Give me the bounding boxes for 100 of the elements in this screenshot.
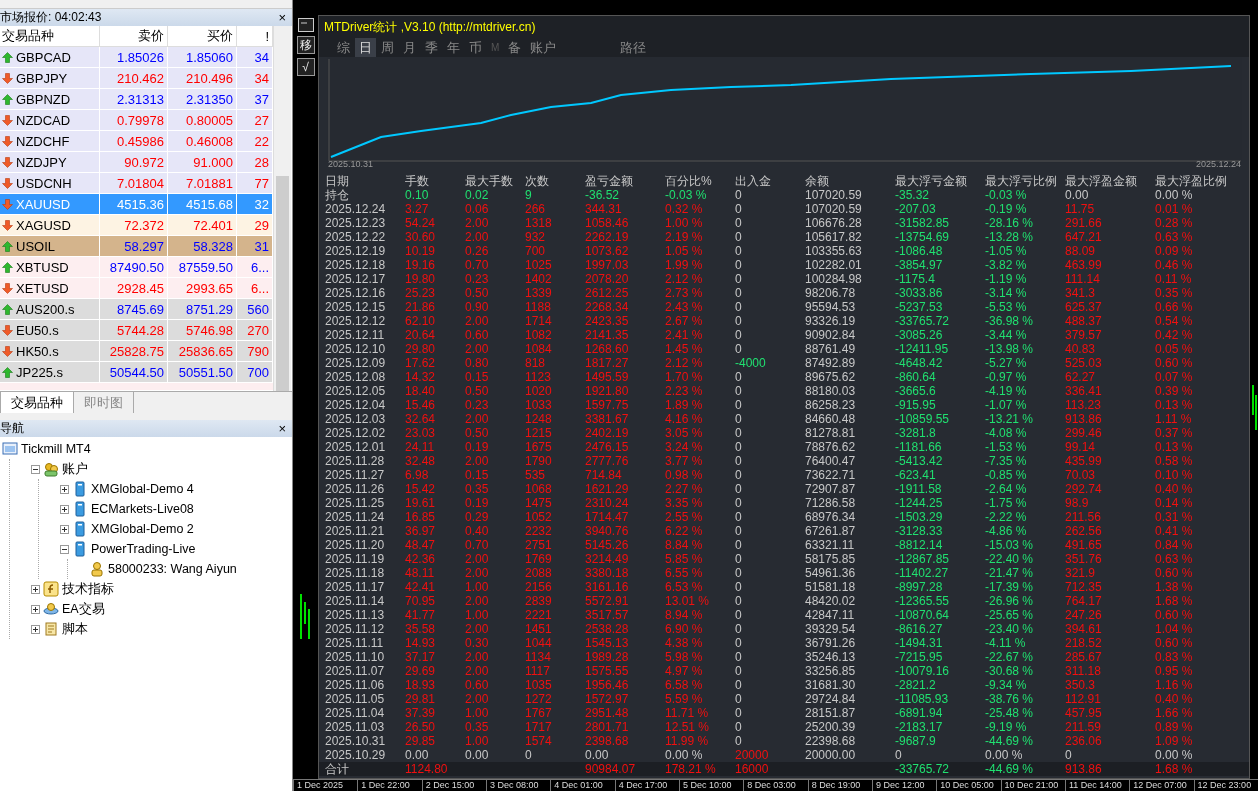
ask-price: 2.31350 xyxy=(168,89,237,109)
symbol-row[interactable]: XAGUSD 72.372 72.401 29 xyxy=(0,215,273,236)
table-cell-text: 2839 xyxy=(525,594,553,608)
table-cell-text: 0.28 % xyxy=(1155,216,1194,230)
table-cell-text: 0.13 % xyxy=(1155,440,1194,454)
ask-price: 4515.68 xyxy=(168,194,237,214)
table-cell-text: 1575.55 xyxy=(585,664,630,678)
tab[interactable]: 季 xyxy=(421,37,442,58)
column-header[interactable]: 交易品种 xyxy=(0,26,100,46)
table-cell-text: -33765.72 xyxy=(895,314,951,328)
table-cell-text: 0.07 % xyxy=(1155,370,1194,384)
tree-item[interactable]: XMGlobal-Demo 2 xyxy=(91,522,194,536)
table-cell-text: 2.12 % xyxy=(665,272,704,286)
table-cell-text: 2025.12.16 xyxy=(325,286,387,300)
table-cell-text: -3.82 % xyxy=(985,258,1028,272)
symbol-row[interactable]: XBTUSD 87490.50 87559.50 6... xyxy=(0,257,273,278)
table-cell-text: 1.04 % xyxy=(1155,622,1194,636)
tab[interactable]: 周 xyxy=(377,37,398,58)
tree-item[interactable]: XMGlobal-Demo 4 xyxy=(91,482,194,496)
table-cell-text: 6.53 % xyxy=(665,580,704,594)
table-cell-text: 1621.29 xyxy=(585,482,630,496)
table-cell-text: 12.51 % xyxy=(665,720,711,734)
tree-item[interactable]: 技术指标 xyxy=(62,580,114,598)
tree-item[interactable]: PowerTrading-Live xyxy=(91,542,196,556)
table-cell-text: 3381.67 xyxy=(585,412,630,426)
table-cell-text: 1123 xyxy=(525,370,552,384)
symbol-row[interactable]: NZDCAD 0.79978 0.80005 27 xyxy=(0,110,273,131)
symbol-row[interactable]: NZDJPY 90.972 91.000 28 xyxy=(0,152,273,173)
table-cell-text: 341.3 xyxy=(1065,286,1097,300)
tab[interactable]: 交易品种 xyxy=(0,392,74,413)
symbol-row[interactable]: AUS200.s 8745.69 8751.29 560 xyxy=(0,299,273,320)
symbol-row[interactable]: GBPCAD 1.85026 1.85060 34 xyxy=(0,47,273,68)
table-cell-text: 0.40 % xyxy=(1155,482,1194,496)
tab[interactable]: 备 xyxy=(504,37,526,58)
table-cell-text: 0.19 xyxy=(465,440,490,454)
table-cell-text: 236.06 xyxy=(1065,734,1103,748)
collapse-toggle-icon[interactable] xyxy=(31,464,40,474)
table-cell-text: -33765.72 xyxy=(895,762,951,776)
tab[interactable]: 账户 xyxy=(526,37,561,58)
table-cell-text: 48.47 xyxy=(405,538,437,552)
symbol-row[interactable]: USOIL 58.297 58.328 31 xyxy=(0,236,273,257)
table-cell-text: 1675 xyxy=(525,440,553,454)
table-cell-text: -23.40 % xyxy=(985,622,1035,636)
symbol-row[interactable]: GBPJPY 210.462 210.496 34 xyxy=(0,68,273,89)
table-cell-text: -17.39 % xyxy=(985,580,1035,594)
tab[interactable]: 综 xyxy=(333,37,354,58)
table-cell-text: 292.74 xyxy=(1065,482,1103,496)
table-cell-text: 2221 xyxy=(525,608,553,622)
column-header[interactable]: 卖价 xyxy=(100,26,168,46)
tab[interactable]: 日 xyxy=(355,37,376,58)
symbol-row[interactable]: XETUSD 2928.45 2993.65 6... xyxy=(0,278,273,299)
tab[interactable]: 路径 xyxy=(616,37,651,58)
tree-item[interactable]: 脚本 xyxy=(62,620,88,638)
tree-item[interactable]: ECMarkets-Live08 xyxy=(91,502,194,516)
tab[interactable]: 年 xyxy=(443,37,464,58)
close-button[interactable]: × xyxy=(276,422,288,435)
chart-tool-button[interactable]: 移 xyxy=(296,36,315,54)
symbol-row[interactable]: JP225.s 50544.50 50551.50 700 xyxy=(0,362,273,383)
tree-item[interactable]: 58000233: Wang Aiyun xyxy=(108,562,237,576)
tree-item[interactable]: Tickmill MT4 xyxy=(21,442,91,456)
table-cell-text: 535 xyxy=(525,468,547,482)
table-cell-text: 21.86 xyxy=(405,300,437,314)
table-cell-text: 0 xyxy=(735,720,743,734)
symbol-row[interactable]: NZDCHF 0.45986 0.46008 22 xyxy=(0,131,273,152)
expand-toggle-icon[interactable] xyxy=(31,624,40,634)
expand-toggle-icon[interactable] xyxy=(60,524,69,534)
table-cell-text: 0.66 % xyxy=(1155,300,1194,314)
tree-item[interactable]: EA交易 xyxy=(62,600,105,618)
table-cell-text: -3128.33 xyxy=(895,524,944,538)
table-cell-text: -30.68 % xyxy=(985,664,1035,678)
symbol-row[interactable]: EU50.s 5744.28 5746.98 270 xyxy=(0,320,273,341)
window-icon[interactable] xyxy=(297,18,314,32)
symbol-row[interactable]: GBPNZD 2.31313 2.31350 37 xyxy=(0,89,273,110)
table-cell-text: 2951.48 xyxy=(585,706,630,720)
symbol-row[interactable]: USDCNH 7.01804 7.01881 77 xyxy=(0,173,273,194)
expand-toggle-icon[interactable] xyxy=(60,484,69,494)
tree-item[interactable]: 账户 xyxy=(62,460,88,478)
table-cell-text: -13754.69 xyxy=(895,230,951,244)
column-header: 日期 xyxy=(325,174,350,188)
table-cell-text: 62.10 xyxy=(405,314,437,328)
table-cell-text: 0.10 % xyxy=(1155,468,1194,482)
expand-toggle-icon[interactable] xyxy=(31,584,40,594)
expand-toggle-icon[interactable] xyxy=(31,604,40,614)
bid-price: 25828.75 xyxy=(100,341,168,361)
bid-price: 4515.36 xyxy=(100,194,168,214)
tab[interactable]: 月 xyxy=(399,37,420,58)
expand-toggle-icon[interactable] xyxy=(60,504,69,514)
tab[interactable]: 币 xyxy=(465,37,486,58)
table-cell-text: 3161.16 xyxy=(585,580,630,594)
table-cell-text: 0 xyxy=(735,398,743,412)
close-button[interactable]: × xyxy=(276,11,288,24)
table-cell-text: -3.14 % xyxy=(985,286,1028,300)
table-cell-text: 0.70 xyxy=(465,258,490,272)
collapse-toggle-icon[interactable] xyxy=(60,544,69,554)
symbol-name: HK50.s xyxy=(16,343,59,359)
table-cell-text: 5.59 % xyxy=(665,692,704,706)
symbol-row[interactable]: HK50.s 25828.75 25836.65 790 xyxy=(0,341,273,362)
table-cell-text: -623.41 xyxy=(895,468,937,482)
column-header[interactable]: 买价 xyxy=(168,26,237,46)
chart-tool-button[interactable]: √ xyxy=(296,58,315,76)
